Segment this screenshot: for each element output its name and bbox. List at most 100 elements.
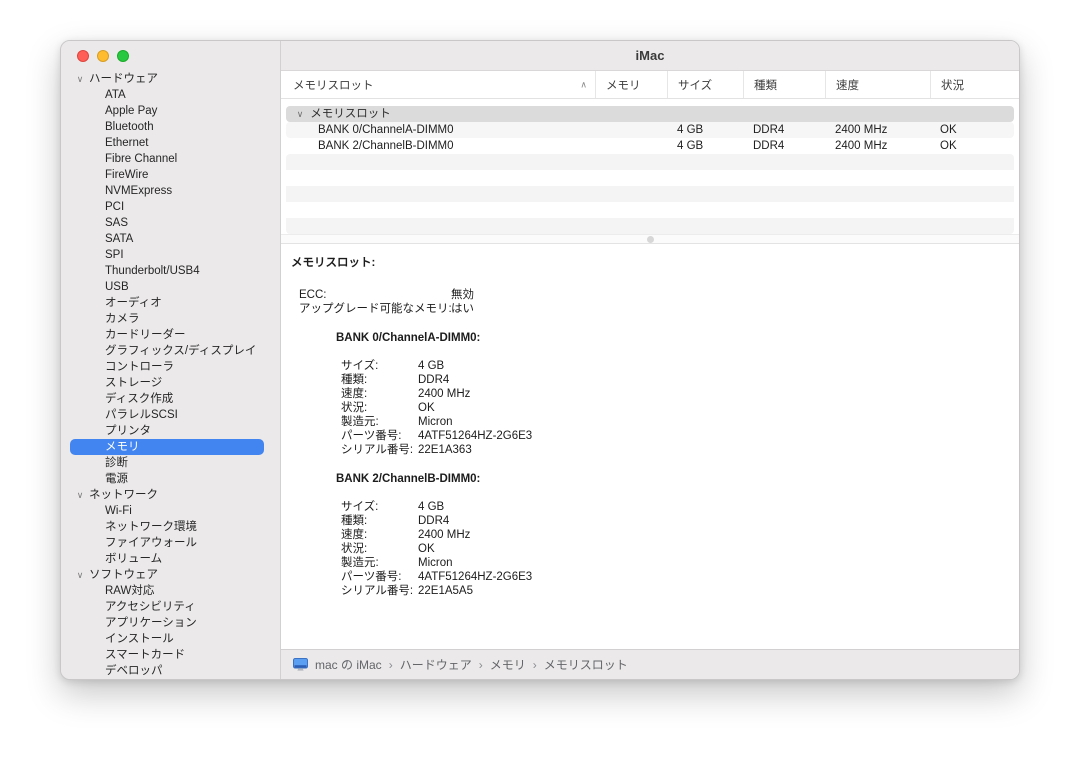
table-row[interactable]: BANK 2/ChannelB-DIMM0 4 GB DDR4 2400 MHz… [286, 138, 1014, 154]
sidebar-item[interactable]: ∨ ハードウェア [70, 71, 264, 87]
sidebar-item-label: ネットワーク環境 [105, 521, 197, 533]
sidebar-item-label: SAS [105, 217, 129, 229]
cell-memory [595, 122, 667, 138]
sidebar-item[interactable]: ∨ ATA [70, 87, 264, 103]
sidebar-item[interactable]: ∨ USB [70, 279, 264, 295]
detail-value: 22E1A5A5 [418, 585, 473, 597]
sidebar-item[interactable]: ∨ ネットワーク環境 [70, 519, 264, 535]
column-header-speed[interactable]: 速度 [825, 71, 930, 98]
sidebar-item[interactable]: ∨ グラフィックス/ディスプレイ [70, 343, 264, 359]
sidebar-item[interactable]: ∨ SATA [70, 231, 264, 247]
sidebar-item[interactable]: ∨ ファイアウォール [70, 535, 264, 551]
sidebar-item[interactable]: ∨ Wi-Fi [70, 503, 264, 519]
detail-value: はい [451, 303, 474, 315]
sidebar-item-label: PCI [105, 201, 125, 213]
sidebar-item-label: カードリーダー [105, 329, 186, 341]
detail-label: サイズ: [341, 501, 379, 513]
sidebar-item-label: アプリケーション [105, 617, 197, 629]
sidebar-list: ∨ ハードウェア ∨ ATA ∨ Apple Pay ∨ [61, 71, 280, 679]
column-header-memory-slot[interactable]: メモリスロット ∧ [281, 71, 595, 98]
window-title: iMac [635, 48, 665, 63]
zoom-button[interactable] [117, 50, 129, 62]
column-header-size[interactable]: サイズ [667, 71, 743, 98]
sidebar-item-label: コントローラ [105, 361, 174, 373]
sidebar-item[interactable]: ∨ ボリューム [70, 551, 264, 567]
sidebar-item[interactable]: ∨ インストール [70, 631, 264, 647]
sidebar-item[interactable]: ∨ 電源 [70, 471, 264, 487]
detail-row: シリアル番号: 22E1A5A5 [281, 584, 1019, 598]
bank0-section: BANK 0/ChannelA-DIMM0: サイズ: 4 GB 種類: DDR4 [281, 331, 1019, 457]
sidebar-item[interactable]: ∨ オーディオ [70, 295, 264, 311]
detail-label: 製造元: [341, 557, 379, 569]
detail-row: 速度: 2400 MHz [281, 387, 1019, 401]
sidebar-item[interactable]: ∨ カメラ [70, 311, 264, 327]
column-header-memory[interactable]: メモリ [595, 71, 667, 98]
detail-pane: メモリスロット: ECC: 無効 アップグレード可能なメモリ:はい BANK 0/… [281, 244, 1019, 649]
sidebar-item[interactable]: ∨ デベロッパ [70, 663, 264, 679]
sidebar-item[interactable]: ∨ メモリ [70, 439, 264, 455]
sidebar-item[interactable]: ∨ RAW対応 [70, 583, 264, 599]
sidebar-item[interactable]: ∨ アクセシビリティ [70, 599, 264, 615]
sidebar-item-label: 電源 [105, 473, 128, 485]
sidebar-item[interactable]: ∨ ネットワーク [70, 487, 264, 503]
sort-ascending-icon: ∧ [580, 79, 587, 90]
pane-splitter[interactable] [281, 234, 1019, 244]
sidebar-item[interactable]: ∨ ソフトウェア [70, 567, 264, 583]
breadcrumb-item: メモリ [489, 658, 526, 672]
sidebar-item[interactable]: ∨ 診断 [70, 455, 264, 471]
table-group-row[interactable]: ∨ メモリスロット [286, 106, 1014, 122]
detail-value: 22E1A363 [418, 444, 472, 456]
bank-rows: サイズ: 4 GB 種類: DDR4 速度: 2400 MHz 状況: OK 製… [281, 500, 1019, 598]
table-header: メモリスロット ∧ メモリ サイズ 種類 速度 状況 [281, 71, 1019, 99]
cell-speed: 2400 MHz [835, 124, 888, 136]
sidebar-item[interactable]: ∨ プリンタ [70, 423, 264, 439]
sidebar-item[interactable]: ∨ カードリーダー [70, 327, 264, 343]
column-header-type[interactable]: 種類 [743, 71, 825, 98]
sidebar-item[interactable]: ∨ Fibre Channel [70, 151, 264, 167]
close-button[interactable] [77, 50, 89, 62]
bank-heading: BANK 2/ChannelB-DIMM0: [336, 473, 481, 485]
detail-value: 2400 MHz [418, 388, 471, 400]
sidebar-item[interactable]: ∨ パラレルSCSI [70, 407, 264, 423]
detail-row: サイズ: 4 GB [281, 359, 1019, 373]
sidebar-item[interactable]: ∨ Ethernet [70, 135, 264, 151]
sidebar-item[interactable]: ∨ アプリケーション [70, 615, 264, 631]
titlebar[interactable]: iMac [281, 41, 1019, 71]
sidebar-item[interactable]: ∨ NVMExpress [70, 183, 264, 199]
cell-type: DDR4 [753, 140, 785, 152]
sidebar-item[interactable]: ∨ Bluetooth [70, 119, 264, 135]
chevron-down-icon: ∨ [296, 109, 304, 119]
sidebar-item[interactable]: ∨ コントローラ [70, 359, 264, 375]
detail-value: 4ATF51264HZ-2G6E3 [418, 430, 533, 442]
sidebar-item[interactable]: ∨ FireWire [70, 167, 264, 183]
minimize-button[interactable] [97, 50, 109, 62]
cell-slot-name: BANK 0/ChannelA-DIMM0 [318, 124, 454, 136]
detail-label: 種類: [341, 515, 368, 527]
sidebar-item-label: Wi-Fi [105, 505, 132, 517]
sidebar-item-label: ボリューム [105, 553, 163, 565]
detail-label: パーツ番号: [341, 571, 402, 583]
table-row[interactable]: BANK 0/ChannelA-DIMM0 4 GB DDR4 2400 MHz… [286, 122, 1014, 138]
sidebar-item[interactable]: ∨ Thunderbolt/USB4 [70, 263, 264, 279]
sidebar-item[interactable]: ∨ スマートカード [70, 647, 264, 663]
sidebar-item[interactable]: ∨ PCI [70, 199, 264, 215]
sidebar-item-label: メモリ [105, 441, 140, 453]
sidebar: ∨ ハードウェア ∨ ATA ∨ Apple Pay ∨ [61, 41, 281, 679]
sidebar-item[interactable]: ∨ SAS [70, 215, 264, 231]
sidebar-item-label: Ethernet [105, 137, 149, 149]
detail-label: シリアル番号: [341, 444, 414, 456]
window-controls [61, 41, 280, 71]
column-header-status[interactable]: 状況 [930, 71, 1019, 98]
detail-label: 速度: [341, 529, 368, 541]
sidebar-item[interactable]: ∨ ディスク作成 [70, 391, 264, 407]
detail-row: アップグレード可能なメモリ:はい [281, 302, 1019, 316]
breadcrumb-separator-icon: › [388, 657, 393, 672]
column-label: メモリ [606, 79, 641, 92]
sidebar-item-label: パラレルSCSI [105, 409, 178, 421]
bank2-section: BANK 2/ChannelB-DIMM0: サイズ: 4 GB 種類: DDR4 [281, 472, 1019, 598]
sidebar-item[interactable]: ∨ SPI [70, 247, 264, 263]
sidebar-item[interactable]: ∨ ストレージ [70, 375, 264, 391]
sidebar-item[interactable]: ∨ Apple Pay [70, 103, 264, 119]
cell-size: 4 GB [677, 140, 704, 152]
detail-value: Micron [418, 416, 453, 428]
